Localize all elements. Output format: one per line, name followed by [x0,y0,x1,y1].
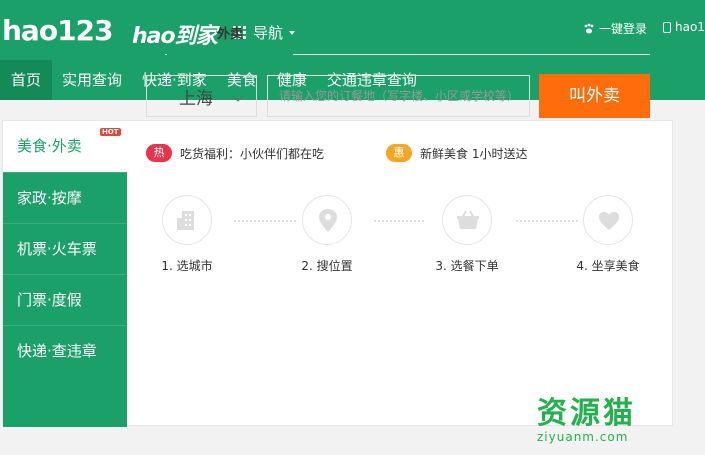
promo-text: 吃货福利：小伙伴们都在吃 [180,146,325,161]
step-label: 2. 搜位置 [301,259,353,273]
city-select[interactable]: 上海 [146,75,257,117]
hao123-logo[interactable]: hao123 [2,14,114,47]
watermark-title: 资源猫 [537,396,636,431]
location-pin-icon [319,209,337,232]
address-input[interactable]: 请输入您的订餐地（写字楼、小区或学校等） [267,75,530,117]
category-sidebar: 美食·外卖 HOT 家政·按摩 机票·火车票 门票·度假 快递·查违章 [3,121,127,427]
step-icon-circle [583,195,633,245]
step-icon-circle [162,195,212,245]
promo-item[interactable]: 热 吃货福利：小伙伴们都在吃 [146,144,324,162]
step-item: 4. 坐享美食 [558,195,658,274]
step-label: 4. 坐享美食 [576,259,640,273]
hot-tag: 热 [146,144,172,162]
sidebar-item-travel[interactable]: 门票·度假 [3,274,127,325]
hot-badge: HOT [100,128,121,136]
chevron-down-icon [232,90,244,102]
step-label: 3. 选餐下单 [435,259,499,273]
city-value: 上海 [179,88,213,109]
watermark: 资源猫 ziyuanm.com [537,398,697,453]
step-item: 3. 选餐下单 [417,195,517,274]
menu-item-home[interactable]: 首页 [0,60,53,100]
sidebar-item-label: 美食·外卖 [17,137,82,155]
buildings-icon [177,211,194,230]
sidebar-item-food-delivery[interactable]: 美食·外卖 HOT [3,121,127,172]
discount-tag: 惠 [386,144,412,162]
step-icon-circle [302,195,352,245]
mobile-link[interactable]: hao1 [663,20,705,34]
promo-text: 新鲜美食 1小时送达 [420,146,528,161]
tab-bar: 外卖 [165,25,650,55]
order-steps: 1. 选城市 2. 搜位置 3. 选餐下单 4. 坐享美食 [150,195,650,275]
watermark-url: ziyuanm.com [537,430,629,444]
step-item: 1. 选城市 [137,195,237,274]
tab-takeout[interactable]: 外卖 [167,25,293,55]
order-takeout-button[interactable]: 叫外卖 [539,74,650,118]
heart-icon [599,212,619,230]
sidebar-item-tickets[interactable]: 机票·火车票 [3,223,127,274]
step-icon-circle [442,195,492,245]
step-item: 2. 搜位置 [277,195,377,274]
basket-icon [457,210,479,229]
mobile-phone-icon [663,21,671,33]
promo-item[interactable]: 惠 新鲜美食 1小时送达 [386,144,527,162]
menu-item-utility-query[interactable]: 实用查询 [52,60,132,100]
step-label: 1. 选城市 [161,259,213,273]
sidebar-item-express[interactable]: 快递·查违章 [3,325,127,376]
sidebar-item-housekeeping[interactable]: 家政·按摩 [3,172,127,223]
mobile-label: hao1 [675,20,705,34]
